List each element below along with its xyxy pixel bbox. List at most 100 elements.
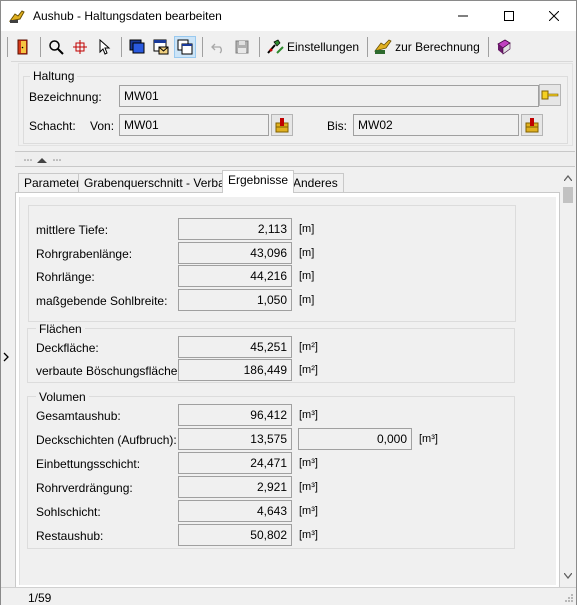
toolbar-separator [259,37,260,57]
close-button[interactable] [531,1,577,31]
restaushub-label: Restaushub: [36,529,104,543]
deckschichten-extra-unit: [m³] [419,433,438,445]
deckflaeche-unit: [m²] [299,341,318,353]
manhole-pick-icon [525,118,539,133]
key-icon [541,90,559,100]
go-to-calculation-label: zur Berechnung [395,40,480,54]
resize-grip-icon[interactable] [564,593,574,603]
rohrlaenge-label: Rohrlänge: [36,270,95,284]
status-bar: 1/59 [1,587,576,605]
von-field[interactable]: MW01 [119,114,269,136]
window-title: Aushub - Haltungsdaten bearbeiten [33,9,222,23]
sohlbreite-value: 1,050 [178,289,292,311]
toolbar-separator [40,37,41,57]
expand-arrow-icon[interactable] [3,352,9,362]
toolbar-separator [367,37,369,57]
door-exit-icon [17,39,28,55]
sohlbreite-label: maßgebende Sohlbreite: [36,294,168,308]
deckschichten-value: 13,575 [178,428,292,450]
window-view-button[interactable] [126,36,148,58]
crosshair-button[interactable] [69,36,91,58]
rohrverdraengung-label: Rohrverdrängung: [36,481,133,495]
einbettungsschicht-value: 24,471 [178,452,292,474]
toolbar-grip [7,37,8,57]
window-copy-button[interactable] [174,36,196,58]
toolbar-separator [487,37,489,57]
rohrgrabenlaenge-value: 43,096 [178,242,292,264]
tab-parameter[interactable]: Parameter [18,173,87,192]
undo-icon [211,43,222,54]
scroll-down-icon[interactable] [564,573,572,579]
vertical-scrollbar[interactable] [560,171,576,585]
mittlere-tiefe-value: 2,113 [178,218,292,240]
volumen-group-title: Volumen [36,390,89,404]
boeschungsflaeche-label: verbaute Böschungsfläche: [36,364,181,378]
go-to-calculation-button[interactable]: zur Berechnung [372,36,482,58]
settings-button[interactable]: Einstellungen [264,36,361,58]
window-copy-icon [177,39,193,55]
help-book-button[interactable] [493,36,515,58]
scrollbar-thumb[interactable] [563,187,573,203]
scroll-up-icon[interactable] [564,175,572,181]
excavator-icon [374,39,392,54]
window-stack-icon [129,39,145,54]
exit-button[interactable] [12,36,34,58]
manhole-pick-icon [275,118,289,133]
toolbar-separator [121,37,122,57]
zoom-button[interactable] [45,36,67,58]
sohlschicht-label: Sohlschicht: [36,505,101,519]
toolbar-separator [202,37,203,57]
deckflaeche-value: 45,251 [178,336,292,358]
close-icon [549,11,559,21]
gesamtaushub-unit: [m³] [299,409,318,421]
boeschungsflaeche-value: 186,449 [178,359,292,381]
gesamtaushub-label: Gesamtaushub: [36,409,121,423]
bis-label: Bis: [327,119,348,133]
bis-field[interactable]: MW02 [353,114,519,136]
record-counter: 1/59 [28,591,52,605]
tab-ergebnisse[interactable]: Ergebnisse [222,170,295,193]
rohrverdraengung-value: 2,921 [178,476,292,498]
floppy-disk-icon [235,40,249,54]
window-mail-button[interactable] [150,36,172,58]
bezeichnung-label: Bezeichnung: [29,90,102,104]
panel-splitter[interactable] [15,151,575,167]
minimize-button[interactable] [440,1,486,31]
bezeichnung-pick-button[interactable] [539,84,561,106]
tab-anderes[interactable]: Anderes [287,173,344,192]
von-pick-button[interactable] [271,114,293,136]
maximize-button[interactable] [486,1,532,31]
undo-button[interactable] [207,36,229,58]
boeschungsflaeche-unit: [m²] [299,364,318,376]
splitter-collapse-icon [24,158,61,163]
pointer-icon [99,39,111,55]
mittlere-tiefe-unit: [m] [299,223,315,235]
minimize-icon [458,15,468,17]
settings-tools-icon [267,39,284,54]
von-label: Von: [90,119,115,133]
save-button[interactable] [231,36,253,58]
window-envelope-icon [153,39,169,55]
bis-pick-button[interactable] [521,114,543,136]
einbettungsschicht-unit: [m³] [299,457,318,469]
rohrlaenge-value: 44,216 [178,265,292,287]
rohrverdraengung-unit: [m³] [299,481,318,493]
gesamtaushub-value: 96,412 [178,404,292,426]
sohlschicht-value: 4,643 [178,500,292,522]
dialog-window: Aushub - Haltungsdaten bearbeiten Einste… [0,0,577,605]
book-icon [497,39,511,55]
tab-grabenquerschnitt[interactable]: Grabenquerschnitt - Verbaut [78,173,241,192]
excavator-app-icon [9,10,25,23]
maximize-icon [504,11,514,21]
deckflaeche-label: Deckfläche: [36,341,99,355]
deckschichten-extra-value: 0,000 [298,428,412,450]
sohlbreite-unit: [m] [299,294,315,306]
title-bar[interactable]: Aushub - Haltungsdaten bearbeiten [1,1,576,31]
rohrlaenge-unit: [m] [299,270,315,282]
bezeichnung-field[interactable]: MW01 [119,85,539,107]
select-button[interactable] [93,36,115,58]
deckschichten-label: Deckschichten (Aufbruch): [36,433,177,447]
rohrgrabenlaenge-unit: [m] [299,247,315,259]
rohrgrabenlaenge-label: Rohrgrabenlänge: [36,247,133,261]
flaechen-group-title: Flächen [36,322,85,336]
